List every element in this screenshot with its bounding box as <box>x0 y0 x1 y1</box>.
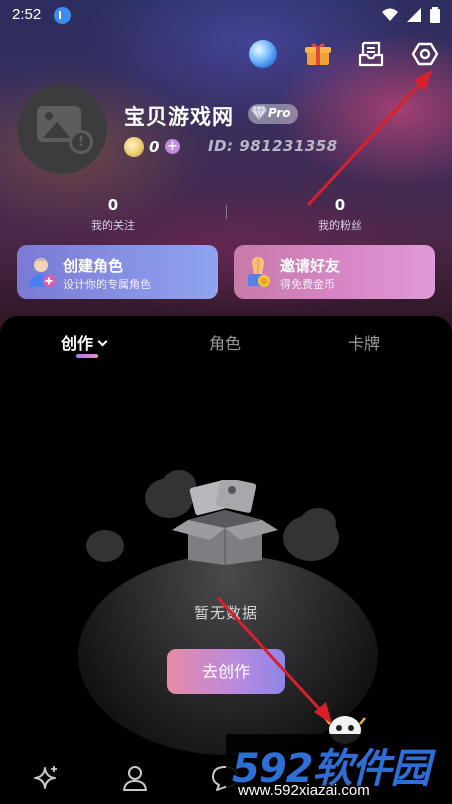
orb-icon[interactable] <box>249 40 277 68</box>
create-role-card[interactable]: 创建角色 设计你的专属角色 <box>17 245 218 299</box>
fans-label: 我的粉丝 <box>318 219 362 232</box>
diamond-icon <box>250 105 268 121</box>
download-icon <box>54 7 71 24</box>
stats-divider <box>226 205 227 219</box>
tab-create-label: 创作 <box>61 334 94 353</box>
active-tab-indicator <box>76 354 98 358</box>
wifi-icon <box>382 8 398 21</box>
settings-icon[interactable] <box>411 40 439 68</box>
following-count: 0 <box>107 196 119 214</box>
cloud-right-b <box>300 508 336 538</box>
user-id: ID: 981231358 <box>208 137 338 155</box>
sparkle-icon[interactable] <box>31 763 61 793</box>
status-time: 2:52 <box>12 6 42 23</box>
invite-friends-title: 邀请好友 <box>280 257 341 275</box>
fans-stat[interactable]: 0 我的粉丝 <box>270 196 410 233</box>
chevron-down-icon <box>97 336 108 347</box>
pro-badge[interactable]: Pro <box>248 104 298 124</box>
invite-friends-subtitle: 得免费金币 <box>280 278 335 291</box>
invite-friends-icon <box>248 257 270 287</box>
following-label: 我的关注 <box>91 219 135 232</box>
following-stat[interactable]: 0 我的关注 <box>43 196 183 233</box>
battery-icon <box>430 7 440 23</box>
watermark-url: www.592xiazai.com <box>238 782 370 799</box>
create-role-title: 创建角色 <box>63 257 124 275</box>
status-indicators <box>382 7 440 23</box>
fans-count: 0 <box>334 196 346 214</box>
tab-cards[interactable]: 卡牌 <box>348 330 380 354</box>
tab-role[interactable]: 角色 <box>209 330 241 354</box>
coin-icon <box>124 137 144 157</box>
go-create-button[interactable]: 去创作 <box>167 649 285 694</box>
watermark: 592软件园 www.592xiazai.com <box>226 734 452 804</box>
empty-state-text: 暂无数据 <box>193 604 258 622</box>
status-bar: 2:52 <box>0 0 452 32</box>
avatar[interactable]: ! <box>17 84 107 174</box>
coin-count: 0 <box>149 138 160 156</box>
signal-icon <box>407 8 421 22</box>
cloud-left <box>86 530 124 562</box>
create-role-subtitle: 设计你的专属角色 <box>63 278 151 291</box>
empty-box-illustration <box>172 480 278 565</box>
inbox-icon[interactable] <box>357 40 385 68</box>
user-icon[interactable] <box>120 763 150 793</box>
pro-label: Pro <box>268 106 291 120</box>
gift-icon[interactable] <box>304 40 332 68</box>
tab-create[interactable]: 创作 <box>61 330 108 354</box>
add-coins-button[interactable]: + <box>165 139 180 154</box>
warning-icon: ! <box>69 130 93 154</box>
create-role-icon <box>29 258 55 287</box>
invite-friends-card[interactable]: 邀请好友 得免费金币 <box>234 245 435 299</box>
username: 宝贝游戏网 <box>124 105 234 129</box>
